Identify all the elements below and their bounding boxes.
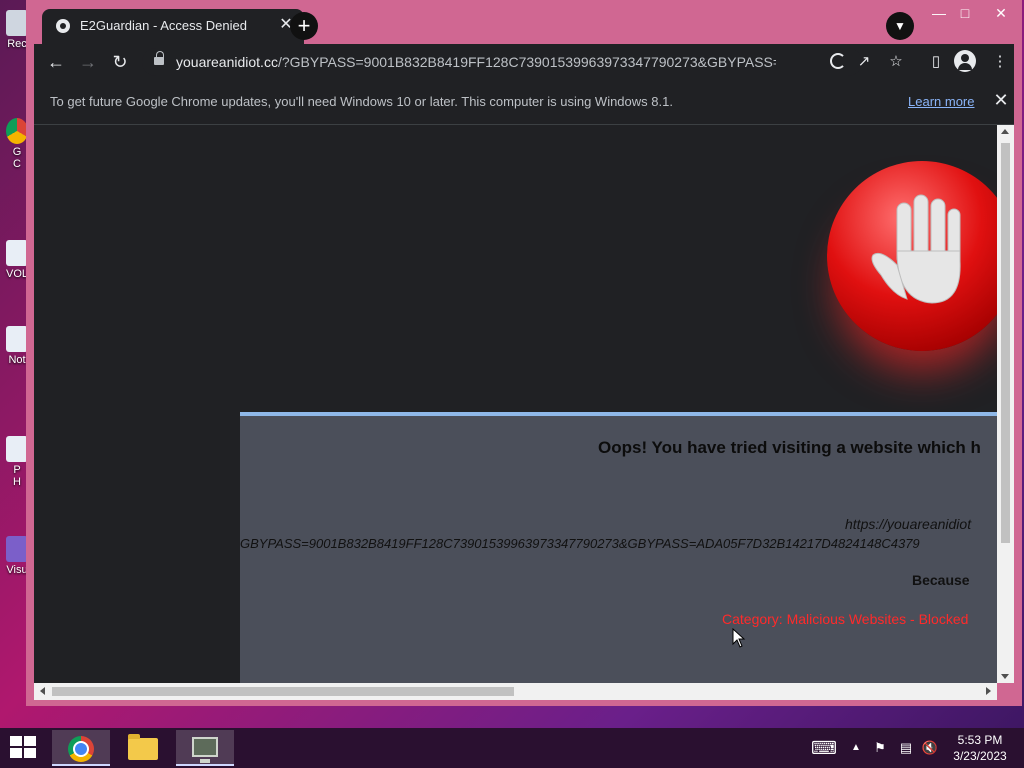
- taskbar-file-explorer[interactable]: [114, 730, 172, 766]
- scroll-up-arrow[interactable]: [1001, 129, 1009, 134]
- update-infobar: To get future Google Chrome updates, you…: [34, 80, 1014, 125]
- side-panel-icon[interactable]: ▯: [924, 50, 948, 74]
- notepad-icon: [6, 326, 28, 352]
- hand-icon: [871, 194, 961, 304]
- forward-button[interactable]: →: [76, 50, 100, 74]
- chrome-icon: [68, 736, 94, 762]
- block-category: Category: Malicious Websites - Blocked: [722, 611, 969, 627]
- scroll-down-arrow[interactable]: [1001, 674, 1009, 679]
- monitor-icon: [192, 737, 218, 763]
- vertical-scroll-thumb[interactable]: [1001, 143, 1010, 543]
- vertical-scrollbar[interactable]: [997, 125, 1014, 683]
- folder-icon: [128, 734, 158, 760]
- reload-button[interactable]: ↻: [108, 50, 132, 74]
- desktop-icon-label: Not: [8, 354, 26, 366]
- page-viewport: Oops! You have tried visiting a website …: [34, 125, 997, 683]
- blocked-url-line1: https://youareanidiot: [845, 516, 972, 532]
- close-window-button[interactable]: ✕: [985, 2, 1017, 24]
- url-path: /?GBYPASS=9001B832B8419FF128C73901539963…: [277, 54, 776, 70]
- desktop-icon-label: P H: [13, 464, 21, 488]
- scroll-right-arrow[interactable]: [986, 687, 991, 695]
- horizontal-scrollbar[interactable]: [34, 683, 997, 700]
- file-icon: [6, 436, 28, 462]
- scroll-left-arrow[interactable]: [40, 687, 45, 695]
- desktop-icon-label: G C: [12, 146, 22, 170]
- taskbar-chrome[interactable]: [52, 730, 110, 766]
- url-host: youareanidiot.cc: [176, 54, 278, 70]
- desktop-icon-label: Visu: [6, 564, 28, 576]
- tab-search-button[interactable]: ▼: [886, 12, 914, 40]
- keyboard-icon[interactable]: ⌨: [808, 728, 840, 768]
- title-bar: E2Guardian - Access Denied ✕ + ▼ — □ ✕: [26, 0, 1022, 44]
- file-icon: [6, 240, 28, 266]
- lock-icon[interactable]: [154, 51, 164, 65]
- tab-active[interactable]: E2Guardian - Access Denied ✕: [42, 9, 304, 44]
- globe-icon: [56, 19, 70, 33]
- profile-avatar-icon[interactable]: [954, 50, 976, 72]
- horizontal-scroll-thumb[interactable]: [52, 687, 514, 696]
- system-clock[interactable]: 5:53 PM 3/23/2023: [944, 732, 1016, 764]
- taskbar-remote-desktop[interactable]: [176, 730, 234, 766]
- learn-more-link[interactable]: Learn more: [908, 94, 974, 109]
- action-center-flag-icon[interactable]: ⚑: [870, 728, 890, 768]
- visual-studio-icon: [6, 536, 28, 562]
- volume-muted-icon[interactable]: 🔇: [920, 728, 940, 768]
- chrome-icon: [6, 118, 28, 144]
- network-icon[interactable]: ▤: [896, 728, 916, 768]
- share-icon[interactable]: ↗: [852, 50, 876, 74]
- google-lens-icon[interactable]: [830, 53, 846, 69]
- desktop-icon-label: VOL: [5, 268, 28, 280]
- back-button[interactable]: ←: [44, 50, 68, 74]
- infobar-close-icon[interactable]: ✕: [990, 89, 1012, 111]
- clock-date: 3/23/2023: [953, 749, 1007, 763]
- browser-toolbar: ← → ↻ youareanidiot.cc/?GBYPASS=9001B832…: [34, 44, 1014, 80]
- url-text[interactable]: youareanidiot.cc/?GBYPASS=9001B832B8419F…: [176, 54, 776, 70]
- page-heading: Oops! You have tried visiting a website …: [598, 438, 981, 457]
- maximize-button[interactable]: □: [949, 2, 981, 24]
- browser-window: E2Guardian - Access Denied ✕ + ▼ — □ ✕ ←…: [26, 0, 1022, 706]
- clock-time: 5:53 PM: [957, 733, 1003, 747]
- mouse-cursor-icon: [732, 628, 746, 648]
- show-hidden-icons-chevron[interactable]: ▲: [848, 728, 864, 768]
- windows-start-button[interactable]: [10, 736, 38, 760]
- bookmark-star-icon[interactable]: ☆: [884, 50, 908, 74]
- block-message-card: Oops! You have tried visiting a website …: [240, 412, 997, 683]
- address-bar[interactable]: youareanidiot.cc/?GBYPASS=9001B832B8419F…: [142, 48, 862, 76]
- because-label: Because: [912, 572, 970, 588]
- recycle-bin-icon: [6, 10, 28, 36]
- tab-title: E2Guardian - Access Denied: [80, 18, 247, 33]
- taskbar: ⌨ ▲ ⚑ ▤ 🔇 5:53 PM 3/23/2023: [0, 728, 1024, 768]
- blocked-url-line2: GBYPASS=9001B832B8419FF128C7390153996397…: [240, 536, 920, 551]
- new-tab-button[interactable]: +: [290, 12, 318, 40]
- menu-kebab-icon[interactable]: ⋮: [988, 50, 1012, 74]
- desktop-icon-label: Rec: [7, 38, 27, 50]
- stop-hand-icon: [827, 161, 997, 351]
- infobar-message: To get future Google Chrome updates, you…: [50, 94, 673, 109]
